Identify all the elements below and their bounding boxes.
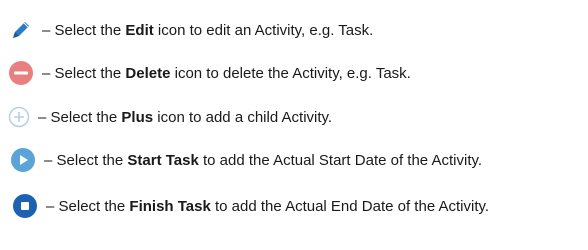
finish-task-label: Finish Task bbox=[129, 197, 211, 215]
instruction-finish-task-text: – Select the Finish Task to add the Actu… bbox=[46, 197, 490, 215]
instruction-finish-task: – Select the Finish Task to add the Actu… bbox=[0, 188, 489, 224]
instruction-delete: – Select the Delete icon to delete the A… bbox=[0, 55, 411, 91]
play-circle-icon bbox=[8, 145, 38, 175]
delete-label: Delete bbox=[125, 64, 171, 82]
stop-circle-icon bbox=[10, 191, 40, 221]
edit-label: Edit bbox=[125, 21, 154, 39]
start-task-label: Start Task bbox=[127, 151, 199, 169]
plus-circle-icon bbox=[4, 102, 34, 132]
instruction-plus: – Select the Plus icon to add a child Ac… bbox=[0, 99, 332, 135]
instruction-delete-text: – Select the Delete icon to delete the A… bbox=[42, 64, 411, 82]
instruction-start-task-text: – Select the Start Task to add the Actua… bbox=[44, 151, 483, 169]
plus-label: Plus bbox=[121, 108, 154, 126]
instruction-edit-text: – Select the Edit icon to edit an Activi… bbox=[42, 21, 374, 39]
instruction-plus-text: – Select the Plus icon to add a child Ac… bbox=[38, 108, 333, 126]
instruction-edit: – Select the Edit icon to edit an Activi… bbox=[0, 12, 373, 48]
instruction-start-task: – Select the Start Task to add the Actua… bbox=[0, 142, 482, 178]
pencil-icon bbox=[6, 15, 36, 45]
minus-circle-icon bbox=[6, 58, 36, 88]
